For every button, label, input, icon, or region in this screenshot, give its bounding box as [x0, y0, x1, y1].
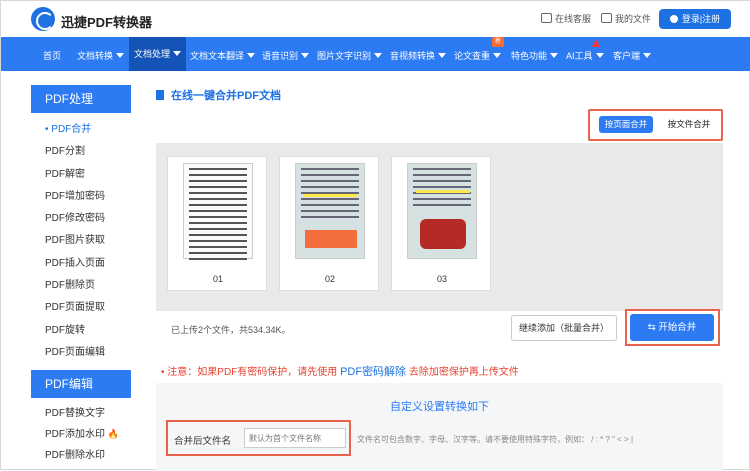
sidebar-item-page-edit[interactable]: PDF页面编辑 — [31, 342, 131, 364]
sidebar-item-replace-text[interactable]: PDF替换文字 — [31, 403, 141, 424]
login-button[interactable]: 登录|注册 — [659, 9, 731, 29]
file-card-3[interactable]: 03 — [391, 156, 491, 291]
sidebar-2: PDF替换文字 PDF添加水印 🔥 PDF删除水印 — [31, 403, 141, 466]
user-icon — [669, 15, 678, 23]
sidebar-item-delete-page[interactable]: PDF删除页 — [31, 275, 131, 297]
file-thumbnail-3 — [407, 163, 477, 259]
sidebar-item-merge[interactable]: • PDF合并 — [31, 119, 131, 141]
brand-name[interactable]: 迅捷PDF转换器 — [61, 12, 152, 31]
document-icon — [156, 90, 164, 100]
sidebar-item-rotate[interactable]: PDF旋转 — [31, 320, 131, 342]
filename-input[interactable] — [244, 428, 346, 448]
file-card-number: 03 — [436, 274, 447, 284]
sidebar-item-decrypt[interactable]: PDF解密 — [31, 164, 131, 186]
sidebar-section-pdf-process: PDF处理 — [31, 85, 131, 113]
file-card-1[interactable]: 01 — [167, 156, 267, 291]
fire-icon: 🔥 — [107, 429, 119, 439]
merge-by-file-button[interactable]: 按文件合并 — [660, 116, 718, 133]
nav-home[interactable]: 首页 — [43, 49, 61, 62]
new-badge: 新 — [492, 37, 504, 47]
sidebar-item-extract-page[interactable]: PDF页面提取 — [31, 297, 131, 319]
nav-features[interactable]: 特色功能 — [511, 49, 559, 62]
sidebar-item-insert-page[interactable]: PDF插入页面 — [31, 253, 131, 275]
merge-icon: ⇆ — [647, 322, 659, 333]
sidebar-section-pdf-edit: PDF编辑 — [31, 370, 131, 398]
merge-by-page-button[interactable]: 按页面合并 — [599, 116, 653, 133]
sidebar-item-split[interactable]: PDF分割 — [31, 141, 131, 163]
sidebar-item-change-password[interactable]: PDF修改密码 — [31, 208, 131, 230]
start-merge-button[interactable]: ⇆ 开始合并 — [630, 314, 714, 341]
upload-status: 已上传2个文件，共534.34K。 — [171, 325, 291, 335]
hot-icon — [592, 39, 600, 47]
my-files-link[interactable]: 我的文件 — [601, 12, 651, 25]
nav-doc-translate[interactable]: 文档文本翻译 — [190, 49, 256, 62]
sidebar-item-remove-watermark[interactable]: PDF删除水印 — [31, 445, 141, 466]
highlight-mark — [304, 194, 358, 197]
password-notice: • 注意：如果PDF有密码保护，请先使用 PDF密码解除 去除加密保护再上传文件 — [161, 366, 519, 378]
headset-icon — [541, 13, 552, 23]
file-card-2[interactable]: 02 — [279, 156, 379, 291]
folder-icon — [601, 13, 612, 23]
nav-thesis[interactable]: 论文查重 — [454, 49, 502, 62]
highlight-mark — [416, 190, 470, 193]
customer-service-link[interactable]: 在线客服 — [541, 12, 591, 25]
file-card-number: 02 — [324, 274, 335, 284]
add-more-button[interactable]: 继续添加（批量合并） — [511, 315, 617, 341]
thumbnail-photo — [420, 219, 466, 249]
logo-icon[interactable] — [31, 7, 55, 31]
page-title: 在线一键合并PDF文档 — [156, 87, 281, 103]
sidebar-item-add-watermark[interactable]: PDF添加水印 🔥 — [31, 424, 141, 445]
file-card-number: 01 — [212, 274, 223, 284]
file-thumbnail-1 — [183, 163, 253, 260]
thumbnail-chart — [305, 230, 357, 248]
nav-doc-convert[interactable]: 文档转换 — [77, 49, 125, 62]
nav-av[interactable]: 音视频转换 — [390, 49, 447, 62]
nav-client[interactable]: 客户端 — [613, 49, 652, 62]
settings-title: 自定义设置转换如下 — [390, 401, 489, 413]
sidebar-item-extract-images[interactable]: PDF图片获取 — [31, 230, 131, 252]
filename-label: 合并后文件名 — [174, 436, 232, 447]
sidebar: PDF处理 • PDF合并 PDF分割 PDF解密 PDF增加密码 PDF修改密… — [31, 85, 131, 364]
file-thumbnail-2 — [295, 163, 365, 259]
filename-hint: 文件名可包含数字、字母、汉字等。请不要使用特殊字符，例如： / : * ? " … — [357, 435, 634, 444]
nav-doc-process[interactable]: 文档处理 — [129, 37, 187, 71]
nav-ocr[interactable]: 图片文字识别 — [317, 49, 383, 62]
top-bar: 迅捷PDF转换器 在线客服 我的文件 登录|注册 — [1, 1, 750, 37]
nav-voice[interactable]: 语音识别 — [262, 49, 310, 62]
pdf-decrypt-link[interactable]: PDF密码解除 — [340, 366, 406, 378]
main-nav: 首页 文档转换 文档处理 文档文本翻译 语音识别 图片文字识别 音视频转换 论文… — [1, 37, 750, 71]
sidebar-item-add-password[interactable]: PDF增加密码 — [31, 186, 131, 208]
nav-ai[interactable]: AI工具 — [566, 49, 604, 62]
